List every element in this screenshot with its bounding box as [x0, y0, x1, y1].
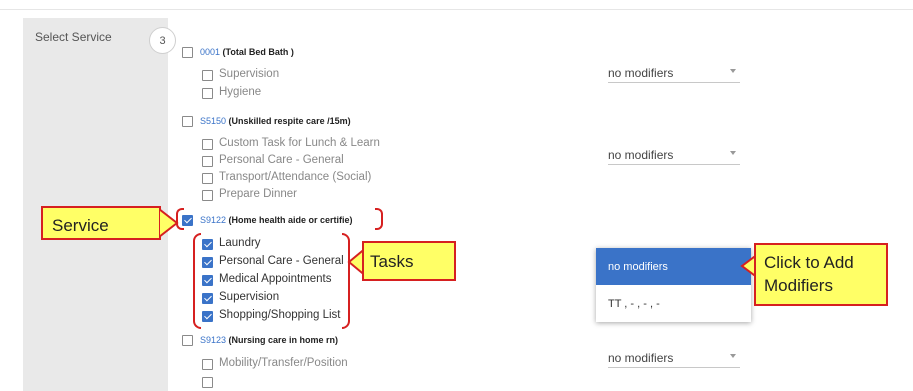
task-label: Personal Care - General: [219, 255, 344, 267]
service-callout: Service: [41, 206, 161, 240]
service-label-s9123[interactable]: S9123 (Nursing care in home rn): [200, 335, 338, 345]
service-bracket-left: [176, 208, 184, 230]
service-selection-panel: Select Service 3 0001 (Total Bed Bath ) …: [0, 0, 913, 391]
task-label: Personal Care - General: [219, 154, 344, 166]
caret-down-icon: [730, 354, 736, 358]
divider: [0, 9, 913, 10]
task-checkbox[interactable]: [202, 173, 213, 184]
task-label: Supervision: [219, 68, 280, 80]
tasks-bracket-left: [193, 233, 201, 329]
modifier-value: no modifiers: [608, 66, 674, 80]
task-checkbox[interactable]: [202, 257, 213, 268]
modifier-dropdown-menu: no modifiers TT , - , - , -: [596, 248, 751, 322]
task-checkbox[interactable]: [202, 156, 213, 167]
modifiers-callout-line1: Click to Add: [764, 253, 854, 272]
task-checkbox[interactable]: [202, 293, 213, 304]
task-label: Medical Appointments: [219, 273, 332, 285]
task-label: Hygiene: [219, 86, 262, 98]
task-checkbox[interactable]: [202, 239, 213, 250]
step-number-badge: 3: [149, 27, 176, 54]
task-checkbox[interactable]: [202, 139, 213, 150]
modifier-select-s9123[interactable]: no modifiers: [608, 349, 740, 368]
task-checkbox[interactable]: [202, 190, 213, 201]
modifier-select-0001[interactable]: no modifiers: [608, 64, 740, 83]
service-checkbox-s5150[interactable]: [182, 116, 193, 127]
service-checkbox-s9123[interactable]: [182, 335, 193, 346]
task-label: Mobility/Transfer/Position: [219, 357, 348, 369]
task-checkbox[interactable]: [202, 275, 213, 286]
service-label-s9122[interactable]: S9122 (Home health aide or certifie): [200, 215, 353, 225]
task-checkbox[interactable]: [202, 311, 213, 322]
service-bracket-right: [375, 208, 383, 230]
task-label: Laundry: [219, 237, 261, 249]
section-label: Select Service: [35, 30, 112, 44]
modifier-value: no modifiers: [608, 351, 674, 365]
caret-down-icon: [730, 69, 736, 73]
modifier-select-s5150[interactable]: no modifiers: [608, 146, 740, 165]
task-checkbox[interactable]: [202, 377, 213, 388]
label-column: Select Service: [23, 18, 168, 391]
task-checkbox[interactable]: [202, 359, 213, 370]
modifiers-callout-line2: Modifiers: [764, 276, 833, 295]
caret-down-icon: [730, 151, 736, 155]
task-label: Supervision: [219, 291, 280, 303]
task-checkbox[interactable]: [202, 70, 213, 81]
task-label: Custom Task for Lunch & Learn: [219, 137, 380, 149]
task-label: Shopping/Shopping List: [219, 309, 341, 321]
service-label-s5150[interactable]: S5150 (Unskilled respite care /15m): [200, 116, 351, 126]
modifiers-callout: Click to Add Modifiers: [754, 243, 888, 306]
modifier-value: no modifiers: [608, 148, 674, 162]
task-label: Transport/Attendance (Social): [219, 171, 372, 183]
modifier-option[interactable]: TT , - , - , -: [596, 285, 751, 322]
modifier-option-selected[interactable]: no modifiers: [596, 248, 751, 285]
service-label-0001[interactable]: 0001 (Total Bed Bath ): [200, 47, 294, 57]
tasks-callout: Tasks: [362, 241, 456, 281]
task-label: Prepare Dinner: [219, 188, 297, 200]
task-checkbox[interactable]: [202, 88, 213, 99]
service-checkbox-0001[interactable]: [182, 47, 193, 58]
